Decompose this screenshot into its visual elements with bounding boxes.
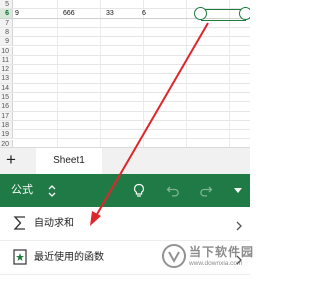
watermark-url: www.downxia.com — [189, 260, 243, 267]
row-number[interactable]: 5 — [0, 0, 13, 9]
sheet-tab-bar: + Sheet1 — [0, 147, 250, 174]
watermark-logo-icon — [162, 244, 186, 268]
row-number[interactable]: 16 — [0, 102, 13, 111]
table-row[interactable]: 15 — [0, 93, 250, 103]
table-row[interactable]: 9 — [0, 37, 250, 47]
table-row[interactable]: 14 — [0, 83, 250, 93]
row-number[interactable]: 18 — [0, 120, 13, 130]
menu-item-label: 自动求和 — [34, 218, 74, 229]
table-row[interactable]: 10 — [0, 46, 250, 56]
selection-end-handle[interactable] — [239, 7, 250, 20]
lightbulb-icon[interactable] — [132, 174, 146, 207]
table-row[interactable]: 12 — [0, 65, 250, 75]
table-row[interactable]: 17 — [0, 111, 250, 121]
cell-value[interactable]: 6 — [142, 9, 146, 18]
add-sheet-button[interactable]: + — [6, 149, 16, 171]
cell-value[interactable]: 9 — [15, 9, 19, 18]
row-number[interactable]: 8 — [0, 27, 13, 37]
row-number[interactable]: 19 — [0, 130, 13, 139]
sigma-icon — [11, 213, 29, 233]
cell-value[interactable]: 666 — [63, 9, 75, 18]
row-number[interactable]: 20 — [0, 139, 13, 147]
selection-start-handle[interactable] — [194, 7, 207, 20]
row-number[interactable]: 9 — [0, 37, 13, 46]
row-number[interactable]: 12 — [0, 65, 13, 74]
ribbon-tab-selector[interactable]: 公式 — [11, 174, 33, 207]
chevron-right-icon — [236, 218, 242, 236]
redo-icon[interactable] — [198, 174, 214, 207]
table-row[interactable]: 18 — [0, 120, 250, 131]
sheet-tab-sheet1[interactable]: Sheet1 — [36, 148, 102, 174]
row-number[interactable]: 6 — [0, 9, 13, 18]
watermark: 当下软件园 www.downxia.com — [159, 241, 253, 285]
table-row[interactable]: 19 — [0, 130, 250, 140]
table-row[interactable]: 8 — [0, 27, 250, 38]
table-row[interactable]: 16 — [0, 102, 250, 112]
table-row[interactable]: 20 — [0, 139, 250, 147]
menu-item-label: 最近使用的函数 — [34, 252, 104, 263]
menu-item-autosum[interactable]: 自动求和 — [0, 207, 250, 241]
row-number[interactable]: 10 — [0, 46, 13, 55]
row-number[interactable]: 17 — [0, 111, 13, 120]
ribbon-toolbar: 公式 — [0, 174, 250, 207]
table-row[interactable]: 11 — [0, 55, 250, 66]
table-row[interactable]: 5 — [0, 0, 250, 10]
table-row[interactable]: 13 — [0, 74, 250, 84]
row-number[interactable]: 15 — [0, 93, 13, 102]
star-icon — [11, 247, 29, 267]
spreadsheet-grid[interactable]: 5 6 9 666 33 6 7 8 9 10 11 12 13 14 15 16 17 18 19 20 — [0, 0, 250, 147]
row-number[interactable]: 14 — [0, 83, 13, 92]
watermark-text: 当下软件园 — [189, 245, 255, 259]
row-number[interactable]: 7 — [0, 18, 13, 27]
row-number[interactable]: 11 — [0, 55, 13, 65]
row-number[interactable]: 13 — [0, 74, 13, 83]
cell-value[interactable]: 33 — [106, 9, 114, 18]
dropdown-caret-icon[interactable] — [232, 174, 244, 207]
undo-icon[interactable] — [165, 174, 181, 207]
up-down-chevron-icon[interactable] — [45, 174, 59, 207]
